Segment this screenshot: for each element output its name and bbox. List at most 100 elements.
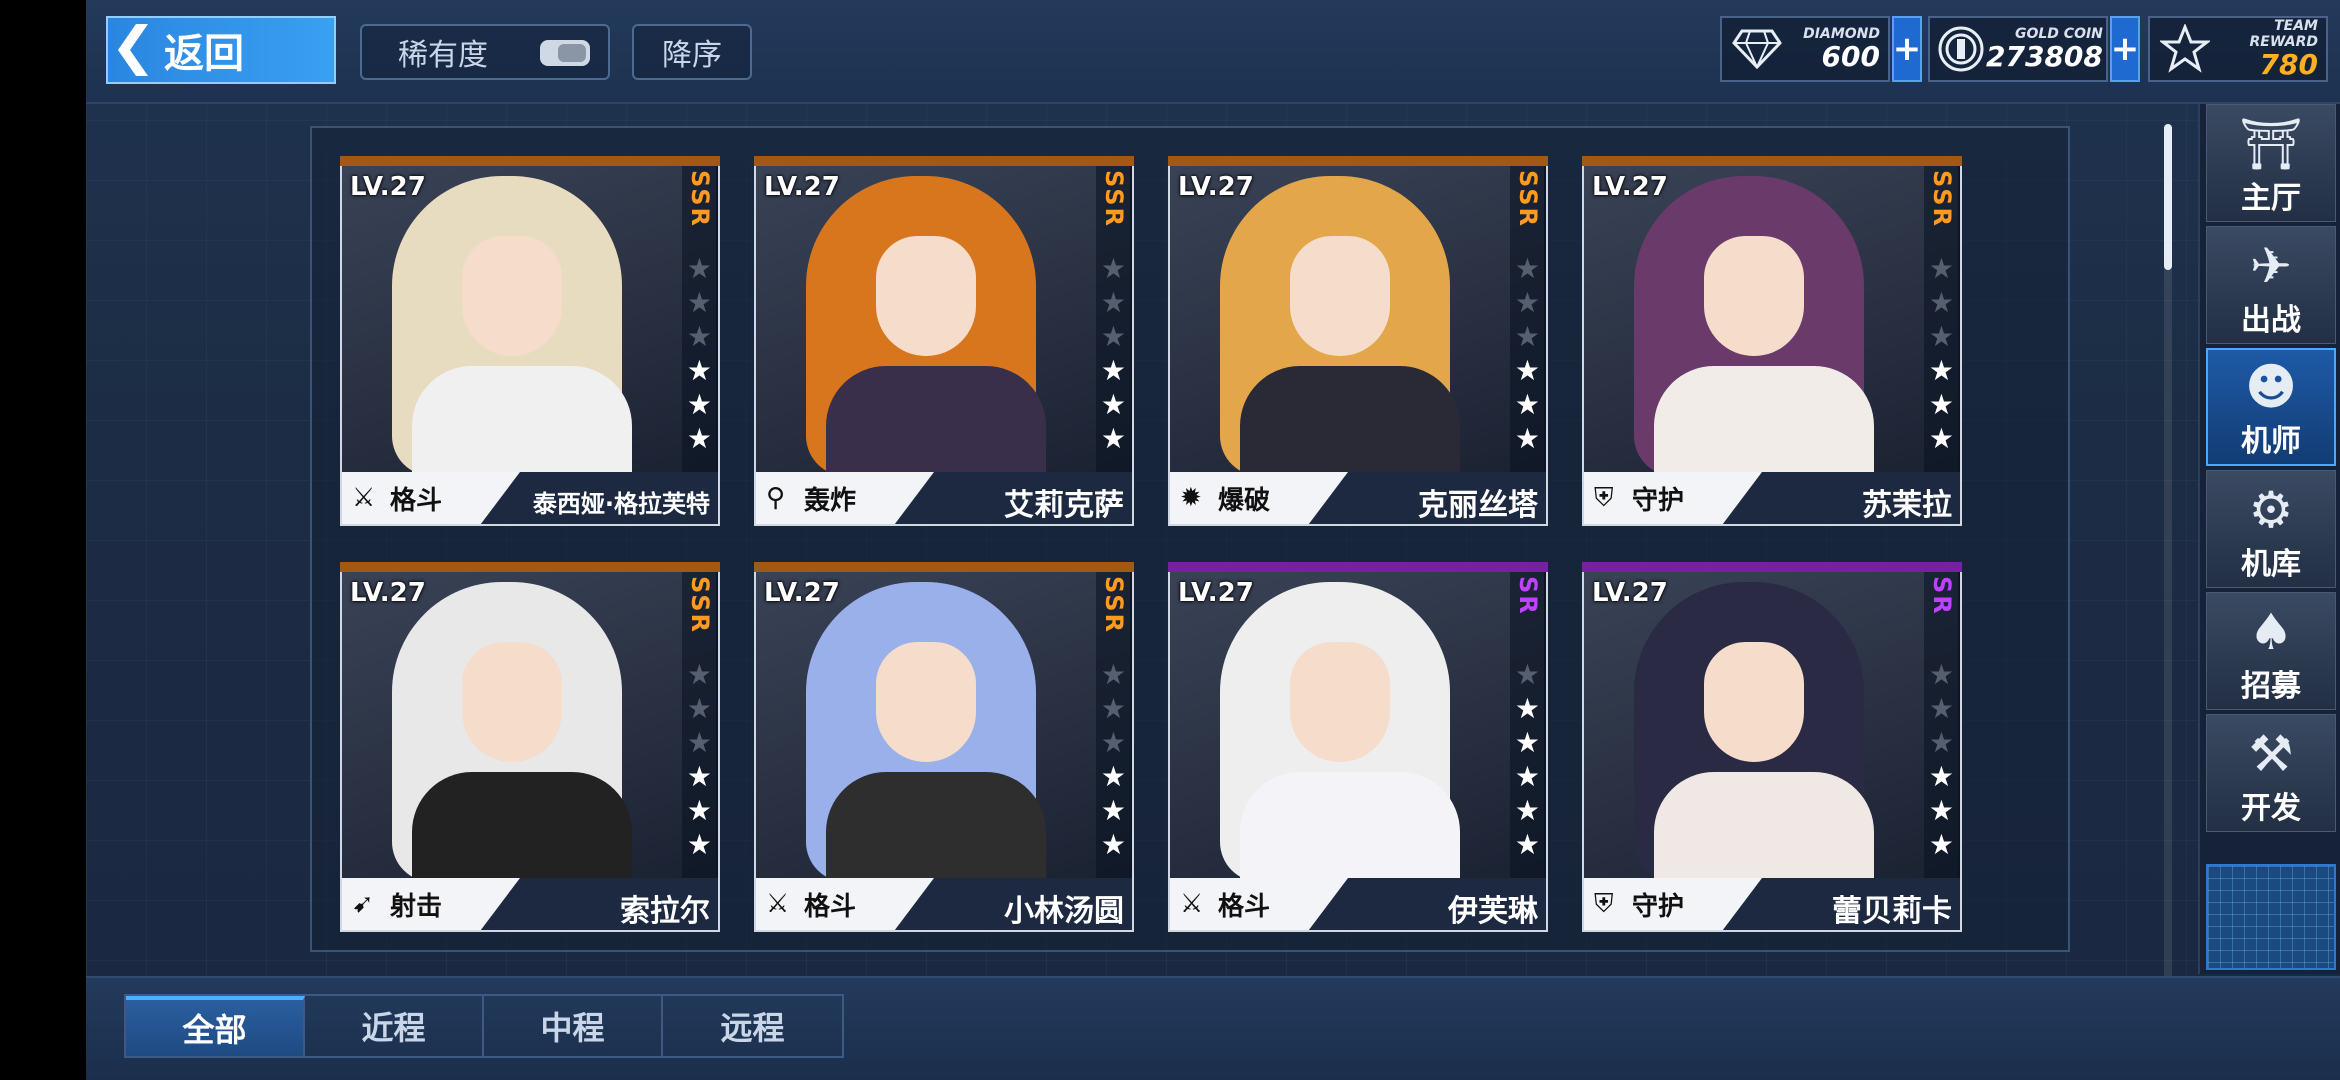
class-label: 射击 — [390, 891, 443, 922]
class-label: 格斗 — [804, 891, 857, 922]
star-icon: ★ — [686, 828, 712, 861]
portrait-face — [1290, 642, 1390, 762]
star-rating: ★ ★ ★ ★ ★ ★ — [687, 660, 712, 860]
class-tag: ⛨ 守护 — [1584, 472, 1762, 524]
pilot-card[interactable]: LV.27 SSR ★ ★ ★ ★ ★ ★ ➹ 射击 索拉尔 — [340, 562, 720, 932]
sidebar-item-develop[interactable]: ⚒ 开发 — [2206, 714, 2336, 832]
star-icon: ★ — [1928, 388, 1954, 421]
team-reward-value: 780 — [2259, 48, 2318, 81]
card-info-bar: ⛨ 守护 蕾贝莉卡 — [1584, 878, 1960, 930]
minimap-button[interactable] — [2206, 864, 2336, 970]
star-icon: ★ — [1514, 692, 1540, 725]
portrait-face — [462, 236, 562, 356]
star-icon: ★ — [686, 692, 712, 725]
sidebar-item-recruit[interactable]: ♠ 招募 — [2206, 592, 2336, 710]
class-tag: ✹ 爆破 — [1170, 472, 1348, 524]
star-icon: ★ — [1100, 726, 1126, 759]
sidebar-label: 机库 — [2241, 547, 2301, 582]
main-nav-sidebar: ⛩ 主厅 ✈ 出战 ☻ 机师 ⚙ 机库 ♠ 招募 ⚒ 开发 — [2198, 104, 2340, 974]
star-icon: ★ — [686, 726, 712, 759]
tab-long-range[interactable]: 远程 — [663, 996, 842, 1056]
rarity-topline — [1168, 562, 1548, 572]
star-icon: ★ — [1928, 354, 1954, 387]
pilot-card[interactable]: LV.27 SR ★ ★ ★ ★ ★ ★ ⛨ 守护 蕾贝莉卡 — [1582, 562, 1962, 932]
sort-order-button[interactable]: 降序 — [632, 24, 752, 80]
team-reward-counter: TEAM REWARD 780 — [2148, 16, 2328, 82]
rarity-topline — [754, 156, 1134, 166]
pilot-card[interactable]: LV.27 SSR ★ ★ ★ ★ ★ ★ ✹ 爆破 克丽丝塔 — [1168, 156, 1548, 526]
sidebar-item-pilot[interactable]: ☻ 机师 — [2206, 348, 2336, 466]
rarity-label: SSR — [686, 170, 714, 228]
crossed-swords-icon: ⚔ — [352, 483, 376, 513]
gold-coin-value: 273808 — [1986, 40, 2103, 73]
sidebar-item-lobby[interactable]: ⛩ 主厅 — [2206, 104, 2336, 222]
sidebar-label: 招募 — [2241, 669, 2301, 704]
star-icon: ★ — [1514, 828, 1540, 861]
star-icon: ★ — [1514, 354, 1540, 387]
pilot-portrait — [756, 166, 1130, 472]
explosive-icon: ✹ — [1180, 483, 1202, 513]
pilot-name: 蕾贝莉卡 — [1832, 894, 1952, 929]
card-info-bar: ⚲ 轰炸 艾莉克萨 — [756, 472, 1132, 524]
sidebar-item-battle[interactable]: ✈ 出战 — [2206, 226, 2336, 344]
pilot-level: LV.27 — [350, 172, 426, 202]
pilot-card[interactable]: LV.27 SSR ★ ★ ★ ★ ★ ★ ⚔ 格斗 泰西娅·格拉芙特 — [340, 156, 720, 526]
bottom-filter-bar: 全部 近程 中程 远程 — [86, 976, 2340, 1080]
pilot-level: LV.27 — [1592, 578, 1668, 608]
star-icon: ★ — [1928, 320, 1954, 353]
tab-mid-range[interactable]: 中程 — [484, 996, 663, 1056]
crossed-swords-icon: ⚔ — [766, 889, 790, 919]
pilot-level: LV.27 — [764, 172, 840, 202]
pilot-card[interactable]: LV.27 SR ★ ★ ★ ★ ★ ★ ⚔ 格斗 伊芙琳 — [1168, 562, 1548, 932]
star-icon: ★ — [686, 388, 712, 421]
portrait-face — [1704, 236, 1804, 356]
sidebar-item-hangar[interactable]: ⚙ 机库 — [2206, 470, 2336, 588]
top-bar: 返回 稀有度 降序 DIAMOND 600 + GOLD COIN 273808… — [86, 0, 2340, 104]
class-tag: ⚔ 格斗 — [1170, 878, 1348, 930]
portrait-body — [826, 772, 1046, 878]
scrollbar-thumb[interactable] — [2164, 124, 2172, 270]
star-icon: ★ — [1514, 760, 1540, 793]
star-rating: ★ ★ ★ ★ ★ ★ — [1515, 660, 1540, 860]
team-reward-icon — [2156, 20, 2214, 78]
pilot-name: 艾莉克萨 — [1004, 488, 1124, 523]
star-icon: ★ — [1514, 422, 1540, 455]
pilot-name: 克丽丝塔 — [1418, 488, 1538, 523]
sort-by-rarity-button[interactable]: 稀有度 — [360, 24, 610, 80]
star-rating: ★ ★ ★ ★ ★ ★ — [1929, 660, 1954, 860]
hangar-icon: ⚙ — [2248, 481, 2294, 539]
rifle-icon: ➹ — [352, 889, 374, 919]
pilot-name: 小林汤圆 — [1004, 894, 1124, 929]
class-label: 格斗 — [390, 485, 443, 516]
develop-icon: ⚒ — [2248, 725, 2294, 783]
pilot-card[interactable]: LV.27 SSR ★ ★ ★ ★ ★ ★ ⚔ 格斗 小林汤圆 — [754, 562, 1134, 932]
rarity-label: SR — [1928, 576, 1956, 616]
card-info-bar: ➹ 射击 索拉尔 — [342, 878, 718, 930]
mortar-icon: ⚲ — [766, 483, 786, 513]
add-diamond-button[interactable]: + — [1892, 16, 1922, 82]
class-tag: ➹ 射击 — [342, 878, 520, 930]
lobby-icon: ⛩ — [2239, 115, 2303, 173]
star-icon: ★ — [1928, 658, 1954, 691]
star-rating: ★ ★ ★ ★ ★ ★ — [1101, 660, 1126, 860]
class-label: 守护 — [1632, 891, 1685, 922]
sidebar-label: 主厅 — [2241, 181, 2301, 216]
class-label: 爆破 — [1218, 485, 1271, 516]
chevron-left-icon — [108, 18, 158, 82]
rarity-label: SSR — [686, 576, 714, 634]
star-icon: ★ — [1928, 726, 1954, 759]
tab-all[interactable]: 全部 — [126, 996, 305, 1056]
star-icon: ★ — [686, 320, 712, 353]
pilot-portrait — [1170, 166, 1544, 472]
pilot-card[interactable]: LV.27 SSR ★ ★ ★ ★ ★ ★ ⚲ 轰炸 艾莉克萨 — [754, 156, 1134, 526]
pilot-portrait — [1584, 166, 1958, 472]
tab-short-range[interactable]: 近程 — [305, 996, 484, 1056]
class-tag: ⚔ 格斗 — [756, 878, 934, 930]
back-button[interactable]: 返回 — [106, 16, 336, 84]
pilot-card[interactable]: LV.27 SSR ★ ★ ★ ★ ★ ★ ⛨ 守护 苏茉拉 — [1582, 156, 1962, 526]
portrait-face — [876, 642, 976, 762]
rarity-label: SSR — [1100, 576, 1128, 634]
pilot-name: 苏茉拉 — [1862, 488, 1952, 523]
add-gold-button[interactable]: + — [2110, 16, 2140, 82]
portrait-body — [1240, 772, 1460, 878]
